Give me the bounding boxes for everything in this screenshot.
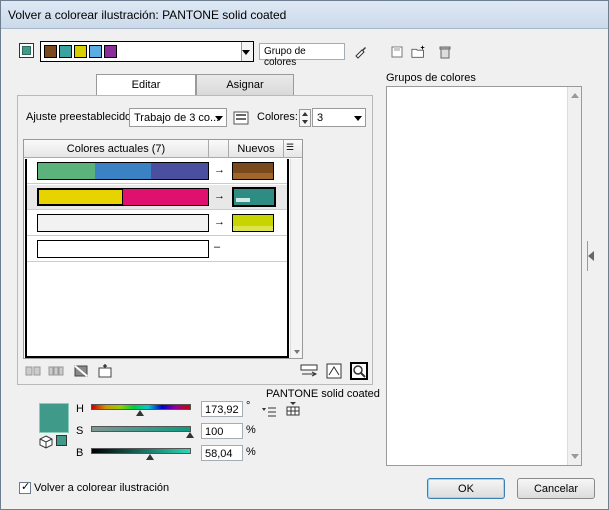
scroll-down-arrow-icon[interactable] xyxy=(294,350,300,354)
header-new-colors[interactable]: Nuevos xyxy=(229,140,284,157)
chevron-down-icon xyxy=(215,115,223,121)
table-row[interactable]: → xyxy=(27,185,287,210)
new-color-swatch[interactable] xyxy=(232,187,276,207)
hue-unit: ° xyxy=(246,400,251,412)
hue-slider-thumb[interactable] xyxy=(136,410,144,416)
brightness-value-field[interactable]: 58,04 xyxy=(201,445,243,461)
table-row[interactable]: → xyxy=(27,211,287,236)
strip-swatch xyxy=(59,45,72,58)
saturation-slider[interactable] xyxy=(91,426,191,432)
brightness-unit: % xyxy=(246,446,256,458)
table-header: Colores actuales (7) Nuevos ☰ xyxy=(24,140,302,158)
preset-label: Ajuste preestablecido: xyxy=(26,111,135,123)
table-row[interactable]: – xyxy=(27,237,287,262)
find-in-artwork-icon[interactable] xyxy=(350,362,368,380)
recolor-dialog: Volver a colorear ilustración: PANTONE s… xyxy=(0,0,609,510)
saturation-unit: % xyxy=(246,424,256,436)
preset-dropdown[interactable]: Trabajo de 3 co... xyxy=(129,108,227,127)
table-row[interactable]: → xyxy=(27,159,287,184)
checkmark-icon: ✓ xyxy=(21,481,31,493)
strip-swatch xyxy=(74,45,87,58)
chevron-left-icon xyxy=(588,251,594,261)
brightness-slider[interactable] xyxy=(91,448,191,454)
tab-edit[interactable]: Editar xyxy=(96,74,196,95)
color-mode-menu-icon[interactable] xyxy=(261,405,277,421)
header-current-colors[interactable]: Colores actuales (7) xyxy=(24,140,209,157)
new-color-swatch[interactable] xyxy=(232,214,274,232)
group-name-field[interactable]: Grupo de colores xyxy=(259,43,345,68)
saturation-slider-thumb[interactable] xyxy=(186,432,194,438)
title-bar: Volver a colorear ilustración: PANTONE s… xyxy=(1,1,608,29)
preset-options-icon[interactable] xyxy=(233,110,249,126)
saturation-label: S xyxy=(76,425,84,437)
eyedropper-icon[interactable] xyxy=(352,44,368,60)
colors-count-dropdown[interactable]: 3 xyxy=(312,108,366,127)
strip-swatch xyxy=(89,45,102,58)
no-assignment-dash[interactable]: – xyxy=(214,241,220,253)
arrow-icon[interactable]: → xyxy=(214,190,225,202)
exclude-color-icon[interactable] xyxy=(73,363,89,379)
table-scrollbar[interactable] xyxy=(290,159,302,358)
arrow-icon[interactable]: → xyxy=(214,164,225,176)
saturation-value-field[interactable]: 100 xyxy=(201,423,243,439)
current-color-bar[interactable] xyxy=(37,214,209,232)
new-color-swatch[interactable] xyxy=(232,162,274,180)
scroll-up-arrow-icon[interactable] xyxy=(571,93,579,98)
brightness-label: B xyxy=(76,447,84,459)
save-group-icon[interactable] xyxy=(389,44,405,60)
cube-3d-icon xyxy=(39,435,53,449)
color-library-table-icon[interactable] xyxy=(285,401,301,417)
hue-label: H xyxy=(76,403,84,415)
collapse-panel-handle[interactable] xyxy=(587,241,597,271)
current-color-swatch[interactable] xyxy=(39,403,69,433)
color-rows-area: → → → – xyxy=(25,159,289,358)
new-group-folder-icon[interactable] xyxy=(411,44,427,60)
color-library-label: PANTONE solid coated xyxy=(266,388,380,400)
current-color-bar[interactable] xyxy=(37,188,209,206)
strip-swatch xyxy=(44,45,57,58)
strip-swatch xyxy=(104,45,117,58)
scroll-down-arrow-icon[interactable] xyxy=(571,454,579,459)
color-table: Colores actuales (7) Nuevos ☰ → → → – xyxy=(23,139,303,359)
strip-dropdown-button[interactable] xyxy=(241,42,253,61)
groups-scrollbar[interactable] xyxy=(567,87,581,465)
ok-button[interactable]: OK xyxy=(427,478,505,499)
hue-value-field[interactable]: 173,92 xyxy=(201,401,243,417)
separate-colors-icon[interactable] xyxy=(48,363,64,379)
color-group-strip[interactable] xyxy=(40,41,254,62)
delete-trash-icon[interactable] xyxy=(437,44,453,60)
colors-stepper[interactable] xyxy=(299,109,311,127)
table-menu-icon[interactable]: ☰ xyxy=(286,142,294,153)
chevron-down-icon xyxy=(242,49,250,55)
recolor-artwork-label[interactable]: Volver a colorear ilustración xyxy=(34,482,169,494)
small-color-swatch[interactable] xyxy=(56,435,67,446)
arrow-icon[interactable]: → xyxy=(214,216,225,228)
colors-label: Colores: xyxy=(257,111,298,123)
new-row-icon[interactable] xyxy=(97,363,113,379)
tab-assign[interactable]: Asignar xyxy=(196,74,294,95)
current-color-bar[interactable] xyxy=(37,240,209,258)
randomize-saturation-icon[interactable] xyxy=(326,363,342,379)
active-color-swatch[interactable] xyxy=(19,43,34,58)
merge-colors-icon[interactable] xyxy=(25,363,41,379)
recolor-artwork-checkbox[interactable]: ✓ xyxy=(19,481,31,494)
window-title: Volver a colorear ilustración: PANTONE s… xyxy=(8,8,287,22)
randomize-order-icon[interactable] xyxy=(300,363,320,379)
color-groups-list[interactable] xyxy=(386,86,582,466)
color-groups-title: Grupos de colores xyxy=(386,72,476,84)
cancel-button[interactable]: Cancelar xyxy=(517,478,595,499)
current-color-bar[interactable] xyxy=(37,162,209,180)
chevron-down-icon xyxy=(354,115,362,121)
brightness-slider-thumb[interactable] xyxy=(146,454,154,460)
